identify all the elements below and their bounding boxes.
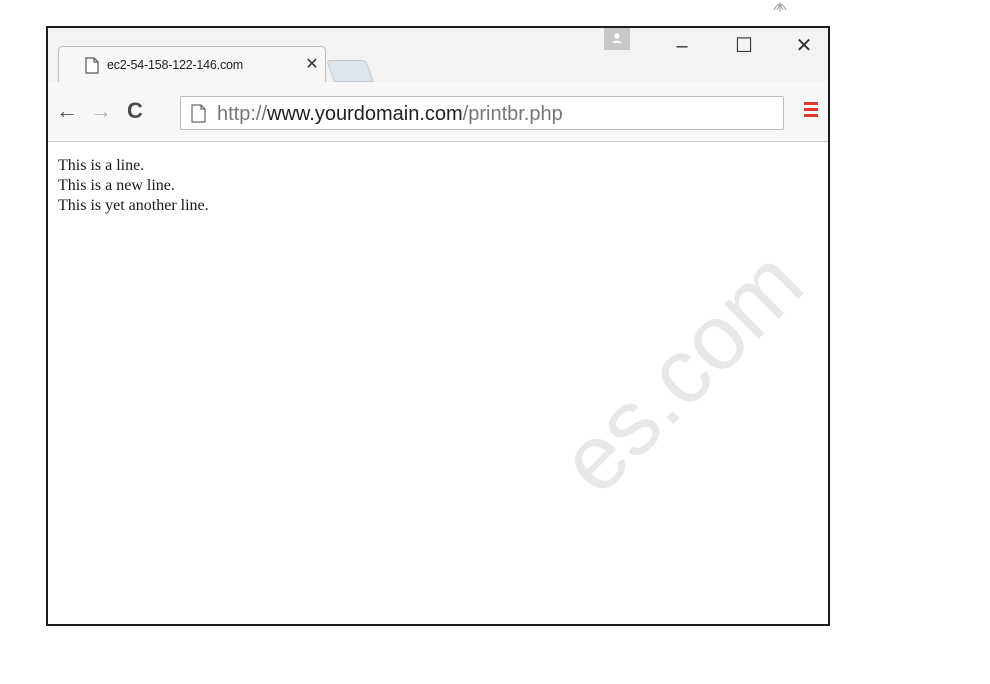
- maximize-button[interactable]: ☐: [726, 32, 762, 60]
- reload-button[interactable]: C: [122, 98, 148, 124]
- menu-bar-line: [804, 114, 818, 117]
- corner-logo-icon: [773, 2, 787, 12]
- forward-button[interactable]: →: [88, 98, 114, 124]
- page-line: This is a new line.: [58, 177, 175, 194]
- menu-bar-line: [804, 102, 818, 105]
- url-text[interactable]: http://www.yourdomain.com/printbr.php: [217, 102, 563, 126]
- tab-close-icon[interactable]: ✕: [303, 56, 321, 74]
- browser-window: ec2-54-158-122-146.com ✕ – ☐ ✕ ← → C htt…: [46, 26, 830, 626]
- url-host: www.yourdomain.com: [267, 103, 463, 125]
- back-button[interactable]: ←: [54, 98, 80, 124]
- url-path: /printbr.php: [462, 103, 563, 125]
- page-line: This is yet another line.: [58, 197, 209, 214]
- page-content: This is a line. This is a new line. This…: [48, 142, 828, 624]
- page-document-icon: [191, 104, 206, 123]
- url-scheme: http://: [217, 103, 268, 125]
- document-icon: [85, 57, 99, 74]
- page-text: This is a line. This is a new line. This…: [58, 156, 209, 216]
- address-bar[interactable]: http://www.yourdomain.com/printbr.php: [180, 96, 784, 130]
- profile-icon: [612, 33, 622, 43]
- minimize-button[interactable]: –: [664, 32, 700, 60]
- close-window-button[interactable]: ✕: [786, 32, 822, 60]
- tab-title-fade: [259, 55, 289, 75]
- menu-bar-line: [804, 108, 818, 111]
- browser-toolbar: ← → C http://www.yourdomain.com/printbr.…: [48, 82, 828, 142]
- profile-button[interactable]: [604, 28, 630, 50]
- new-tab-button[interactable]: [325, 60, 375, 82]
- browser-tab[interactable]: ec2-54-158-122-146.com ✕: [58, 46, 326, 82]
- page-line: This is a line.: [58, 157, 145, 174]
- hamburger-menu-icon[interactable]: [804, 102, 818, 118]
